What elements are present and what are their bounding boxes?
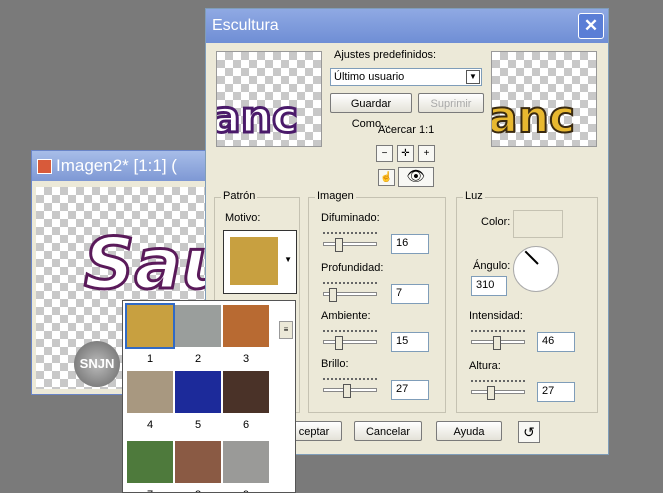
delete-button[interactable]: Suprimir	[418, 93, 484, 113]
light-legend: Luz	[463, 190, 485, 202]
angle-field[interactable]: 310	[471, 276, 507, 296]
zoom-out-icon[interactable]: −	[376, 145, 393, 162]
hand-icon[interactable]: ☝	[378, 169, 395, 186]
motif-label: Motivo:	[225, 212, 261, 224]
image-window-title: Imagen2* [1:1] (	[56, 156, 177, 175]
ambient-field[interactable]: 15	[391, 332, 429, 352]
texture-label-7: 7	[127, 489, 173, 492]
light-group: Luz Color: Ángulo: 310 Intensidad: 46 Al…	[456, 190, 598, 413]
texture-swatch-7[interactable]	[127, 441, 173, 483]
original-preview-text: anc	[216, 91, 300, 145]
cancel-button[interactable]: Cancelar	[354, 421, 422, 441]
eye-icon[interactable]: 👁	[398, 167, 434, 187]
save-as-button[interactable]: Guardar Como...	[330, 93, 412, 130]
height-field[interactable]: 27	[537, 382, 575, 402]
blur-label: Difuminado:	[321, 212, 380, 224]
texture-swatch-1[interactable]	[125, 303, 175, 349]
reset-icon[interactable]: ↺	[518, 421, 540, 443]
brightness-slider[interactable]	[323, 378, 377, 400]
texture-popup[interactable]: 1 2 3 4 5 6 789 ≡	[122, 300, 296, 493]
stamp-logo: SNJN	[74, 341, 120, 387]
result-preview[interactable]: anc	[491, 51, 597, 147]
help-button[interactable]: Ayuda	[436, 421, 502, 441]
dialog-title: Escultura	[212, 17, 279, 34]
image-legend: Imagen	[315, 190, 356, 202]
light-color-swatch[interactable]	[513, 210, 563, 238]
texture-label-6: 6	[242, 419, 250, 431]
pan-icon[interactable]: ✛	[397, 145, 414, 162]
depth-field[interactable]: 7	[391, 284, 429, 304]
result-preview-text: anc	[491, 91, 576, 144]
brightness-field[interactable]: 27	[391, 380, 429, 400]
texture-swatch-4[interactable]	[127, 371, 173, 413]
chevron-down-icon[interactable]: ▼	[284, 255, 292, 264]
texture-label-1: 1	[146, 353, 154, 365]
original-preview[interactable]: anc	[216, 51, 322, 147]
blur-slider[interactable]	[323, 232, 377, 254]
texture-swatch-5[interactable]	[175, 371, 221, 413]
angle-label: Ángulo:	[473, 260, 511, 272]
ambient-slider[interactable]	[323, 330, 377, 352]
pattern-legend: Patrón	[221, 190, 258, 202]
texture-swatch-3[interactable]	[223, 305, 269, 347]
scrollbar-thumb[interactable]: ≡	[279, 321, 293, 339]
texture-label-5: 5	[194, 419, 202, 431]
depth-slider[interactable]	[323, 282, 377, 304]
presets-selected: Último usuario	[334, 71, 405, 83]
height-label: Altura:	[469, 360, 501, 372]
dialog-titlebar[interactable]: Escultura ✕	[206, 9, 608, 43]
close-icon[interactable]: ✕	[578, 13, 604, 39]
zoom-in-icon[interactable]: +	[418, 145, 435, 162]
image-icon	[37, 159, 52, 174]
presets-label: Ajustes predefinidos:	[334, 49, 437, 61]
intensity-slider[interactable]	[471, 330, 525, 352]
texture-swatch-8[interactable]	[175, 441, 221, 483]
texture-swatch-6[interactable]	[223, 371, 269, 413]
texture-swatch-2[interactable]	[175, 305, 221, 347]
texture-label-9: 9	[223, 489, 269, 492]
ambient-label: Ambiente:	[321, 310, 371, 322]
intensity-label: Intensidad:	[469, 310, 523, 322]
height-slider[interactable]	[471, 380, 525, 402]
motif-swatch	[230, 237, 278, 285]
blur-field[interactable]: 16	[391, 234, 429, 254]
color-label: Color:	[481, 216, 511, 228]
texture-label-4: 4	[146, 419, 154, 431]
texture-label-2: 2	[194, 353, 202, 365]
texture-swatch-9[interactable]	[223, 441, 269, 483]
motif-picker[interactable]: ▼	[223, 230, 297, 294]
chevron-down-icon[interactable]: ▼	[466, 70, 480, 84]
angle-dial[interactable]	[513, 246, 559, 292]
depth-label: Profundidad:	[321, 262, 384, 274]
texture-label-8: 8	[175, 489, 221, 492]
image-group: Imagen Difuminado: 16 Profundidad: 7 Amb…	[308, 190, 446, 413]
zoom-label: Acercar 1:1	[378, 124, 435, 136]
texture-label-3: 3	[242, 353, 250, 365]
intensity-field[interactable]: 46	[537, 332, 575, 352]
presets-dropdown[interactable]: Último usuario ▼	[330, 68, 482, 86]
brightness-label: Brillo:	[321, 358, 349, 370]
